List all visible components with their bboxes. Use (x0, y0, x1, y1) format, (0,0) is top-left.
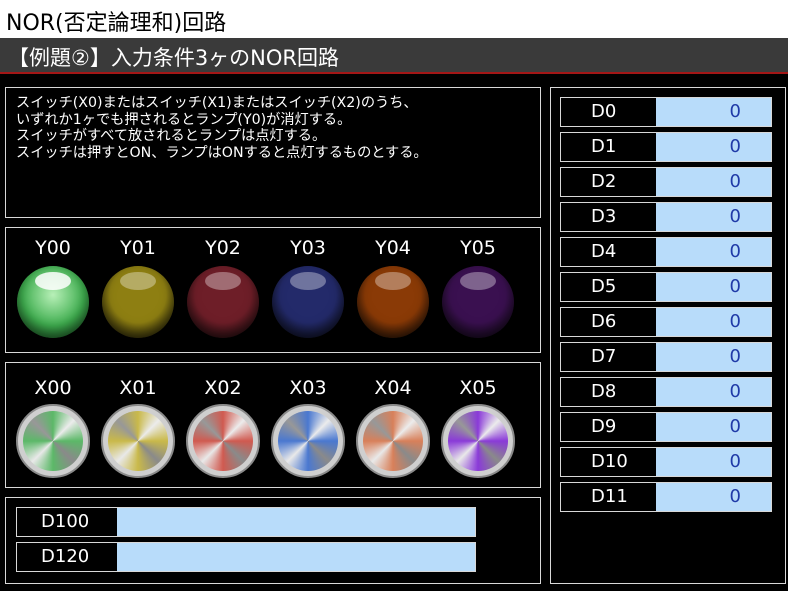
data-register-value: 0 (656, 203, 771, 231)
push-button-face-icon (448, 411, 508, 471)
data-register-panel: D0 0 D1 0 D2 0 D3 0 D4 0 D5 0 D6 0 D7 0 D8 0 D9 0 D10 0 D11 0 (550, 87, 786, 584)
data-register-row-d4: D4 0 (560, 237, 772, 267)
data-register-name: D0 (561, 98, 656, 126)
data-register-name: D10 (561, 448, 656, 476)
lamp-bulb-icon (357, 266, 429, 338)
data-register-value: 0 (656, 98, 771, 126)
lamp-panel: Y00 Y01 Y02 Y03 Y04 Y05 (5, 227, 541, 353)
lamp-y01: Y01 (94, 236, 182, 338)
lamp-label: Y01 (120, 237, 156, 259)
description-text: スイッチ(X0)またはスイッチ(X1)またはスイッチ(X2)のうち、 いずれか1… (16, 95, 428, 161)
lamp-bulb-icon (17, 266, 89, 338)
switch-x02[interactable]: X02 (179, 376, 267, 478)
push-button-face-icon (363, 411, 423, 471)
lamp-bulb-icon (187, 266, 259, 338)
switch-label: X01 (119, 377, 157, 399)
data-register-row-d0: D0 0 (560, 97, 772, 127)
register-name: D120 (17, 543, 117, 571)
push-button[interactable] (356, 404, 430, 478)
switch-x01[interactable]: X01 (94, 376, 182, 478)
push-button-face-icon (23, 411, 83, 471)
push-button-face-icon (193, 411, 253, 471)
data-register-name: D2 (561, 168, 656, 196)
lamp-y03: Y03 (264, 236, 352, 338)
data-register-name: D11 (561, 483, 656, 511)
push-button[interactable] (101, 404, 175, 478)
data-register-name: D4 (561, 238, 656, 266)
lamp-bulb-icon (102, 266, 174, 338)
data-register-name: D9 (561, 413, 656, 441)
register-value-field[interactable] (117, 543, 475, 571)
data-register-value: 0 (656, 483, 771, 511)
switch-label: X02 (204, 377, 242, 399)
lamp-bulb-icon (272, 266, 344, 338)
switch-x04[interactable]: X04 (349, 376, 437, 478)
data-register-row-d1: D1 0 (560, 132, 772, 162)
data-register-value: 0 (656, 448, 771, 476)
switch-label: X03 (289, 377, 327, 399)
register-value-field[interactable] (117, 508, 475, 536)
push-button-face-icon (278, 411, 338, 471)
data-register-row-d5: D5 0 (560, 272, 772, 302)
lamp-bulb-icon (442, 266, 514, 338)
lamp-label: Y00 (35, 237, 71, 259)
data-register-name: D8 (561, 378, 656, 406)
push-button[interactable] (16, 404, 90, 478)
lamp-y05: Y05 (434, 236, 522, 338)
data-register-value: 0 (656, 413, 771, 441)
data-register-name: D3 (561, 203, 656, 231)
switch-label: X04 (374, 377, 412, 399)
push-button[interactable] (271, 404, 345, 478)
register-row-d100[interactable]: D100 (16, 507, 476, 537)
switch-label: X00 (34, 377, 72, 399)
data-register-row-d7: D7 0 (560, 342, 772, 372)
switch-x03[interactable]: X03 (264, 376, 352, 478)
switch-label: X05 (459, 377, 497, 399)
data-register-row-d10: D10 0 (560, 447, 772, 477)
data-register-value: 0 (656, 238, 771, 266)
window-title: NOR(否定論理和)回路 (0, 0, 788, 38)
data-register-name: D1 (561, 133, 656, 161)
data-register-name: D6 (561, 308, 656, 336)
switch-x05[interactable]: X05 (434, 376, 522, 478)
data-register-value: 0 (656, 378, 771, 406)
data-register-row-d6: D6 0 (560, 307, 772, 337)
push-button-face-icon (108, 411, 168, 471)
data-register-value: 0 (656, 168, 771, 196)
lamp-label: Y04 (375, 237, 411, 259)
lamp-label: Y02 (205, 237, 241, 259)
data-register-value: 0 (656, 308, 771, 336)
data-register-row-d11: D11 0 (560, 482, 772, 512)
data-register-row-d3: D3 0 (560, 202, 772, 232)
data-register-name: D5 (561, 273, 656, 301)
register-name: D100 (17, 508, 117, 536)
description-panel: スイッチ(X0)またはスイッチ(X1)またはスイッチ(X2)のうち、 いずれか1… (5, 87, 541, 218)
switch-panel: X00 X01 X02 X03 X04 X05 (5, 362, 541, 488)
lamp-y02: Y02 (179, 236, 267, 338)
register-row-d120[interactable]: D120 (16, 542, 476, 572)
lamp-label: Y05 (460, 237, 496, 259)
data-register-value: 0 (656, 133, 771, 161)
lamp-y00: Y00 (9, 236, 97, 338)
push-button[interactable] (441, 404, 515, 478)
data-register-value: 0 (656, 343, 771, 371)
register-input-panel: D100 D120 (5, 497, 541, 584)
data-register-row-d2: D2 0 (560, 167, 772, 197)
switch-x00[interactable]: X00 (9, 376, 97, 478)
data-register-row-d8: D8 0 (560, 377, 772, 407)
push-button[interactable] (186, 404, 260, 478)
data-register-value: 0 (656, 273, 771, 301)
data-register-name: D7 (561, 343, 656, 371)
lamp-y04: Y04 (349, 236, 437, 338)
data-register-row-d9: D9 0 (560, 412, 772, 442)
lamp-label: Y03 (290, 237, 326, 259)
screen-subtitle: 【例題②】入力条件3ヶのNOR回路 (0, 38, 788, 74)
